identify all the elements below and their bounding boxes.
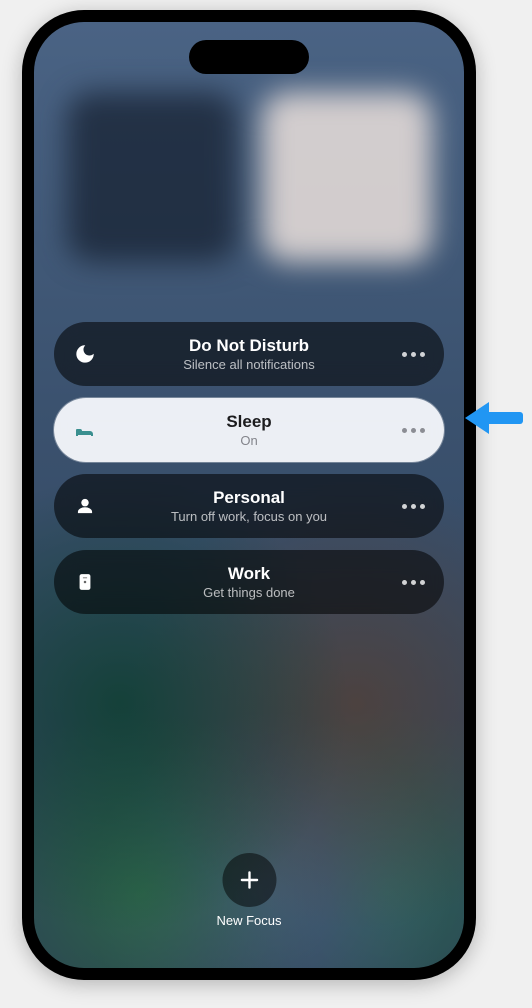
moon-icon <box>72 341 98 367</box>
new-focus-section: New Focus <box>216 853 281 928</box>
focus-item-sleep[interactable]: Sleep On <box>54 398 444 462</box>
background-blurred-widgets <box>34 92 464 262</box>
more-options-icon[interactable] <box>400 580 426 585</box>
focus-item-text: Work Get things done <box>98 564 400 600</box>
focus-item-do-not-disturb[interactable]: Do Not Disturb Silence all notifications <box>54 322 444 386</box>
focus-item-work[interactable]: Work Get things done <box>54 550 444 614</box>
focus-mode-list: Do Not Disturb Silence all notifications… <box>34 322 464 614</box>
focus-item-text: Personal Turn off work, focus on you <box>98 488 400 524</box>
focus-item-personal[interactable]: Personal Turn off work, focus on you <box>54 474 444 538</box>
new-focus-label: New Focus <box>216 913 281 928</box>
focus-item-title: Work <box>106 564 392 584</box>
more-options-icon[interactable] <box>400 352 426 357</box>
focus-item-title: Personal <box>106 488 392 508</box>
more-options-icon[interactable] <box>400 428 426 433</box>
focus-item-subtitle: Silence all notifications <box>106 357 392 372</box>
blurred-widget <box>67 92 237 262</box>
new-focus-button[interactable] <box>222 853 276 907</box>
bed-icon <box>72 417 98 443</box>
dynamic-island <box>189 40 309 74</box>
focus-item-text: Do Not Disturb Silence all notifications <box>98 336 400 372</box>
focus-item-title: Do Not Disturb <box>106 336 392 356</box>
blurred-widget <box>262 92 432 262</box>
badge-icon <box>72 569 98 595</box>
focus-item-subtitle: Turn off work, focus on you <box>106 509 392 524</box>
focus-item-subtitle: On <box>106 433 392 448</box>
iphone-screen: Do Not Disturb Silence all notifications… <box>34 22 464 968</box>
focus-item-title: Sleep <box>106 412 392 432</box>
focus-item-subtitle: Get things done <box>106 585 392 600</box>
callout-arrow-icon <box>465 398 523 438</box>
person-icon <box>72 493 98 519</box>
iphone-device-frame: Do Not Disturb Silence all notifications… <box>22 10 476 980</box>
more-options-icon[interactable] <box>400 504 426 509</box>
focus-item-text: Sleep On <box>98 412 400 448</box>
